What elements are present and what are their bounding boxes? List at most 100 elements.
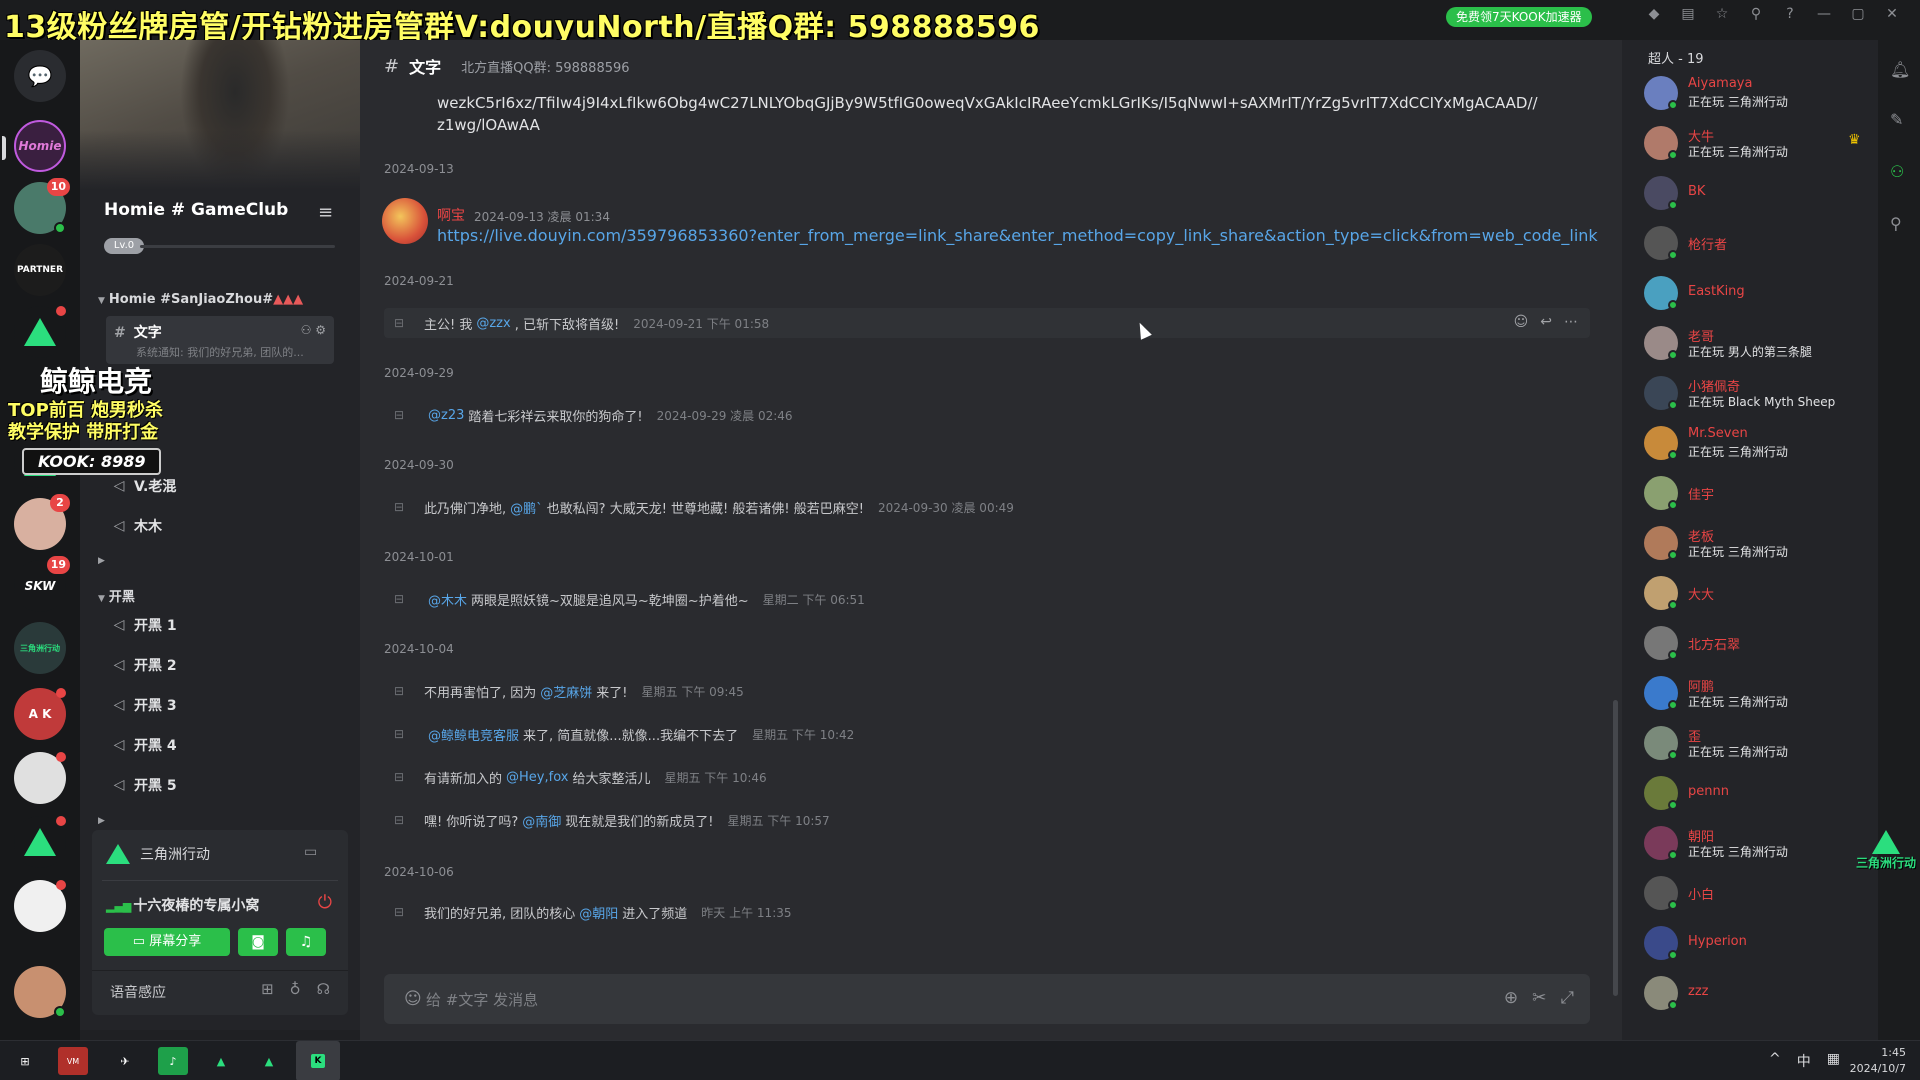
member-item[interactable]: 枪行者 bbox=[1644, 222, 1874, 266]
user-mention[interactable]: @木木 bbox=[428, 590, 467, 609]
member-item[interactable]: 老哥 正在玩 男人的第三条腿 bbox=[1644, 322, 1874, 366]
message-link[interactable]: https://live.douyin.com/359796853360?ent… bbox=[437, 226, 1598, 245]
user-mention[interactable]: @z23 bbox=[428, 408, 464, 423]
server-anime[interactable]: 2 bbox=[14, 494, 70, 550]
ime-indicator[interactable]: 中 bbox=[1797, 1051, 1811, 1071]
members-icon[interactable]: ⚇ bbox=[1890, 162, 1904, 181]
screen-icon[interactable]: ▭ bbox=[304, 844, 317, 860]
member-item[interactable]: 大大 bbox=[1644, 572, 1874, 616]
search-icon[interactable]: ⚲ bbox=[1748, 6, 1764, 22]
app-plane-icon[interactable]: ✈ bbox=[110, 1047, 140, 1075]
system-message[interactable]: ⊟ 有请新加入的 @Hey,fox 给大家整活儿 星期五 下午 10:46 bbox=[384, 762, 1590, 792]
voice-channel-v[interactable]: ◁ V.老混 bbox=[106, 472, 334, 500]
server-delta-3[interactable]: 三角洲行动 bbox=[14, 622, 66, 674]
member-item[interactable]: EastKing bbox=[1644, 272, 1874, 316]
user-avatar[interactable] bbox=[14, 966, 66, 1018]
camera-button[interactable]: ◙ bbox=[238, 928, 278, 956]
system-message[interactable]: ⊟ 嘿! 你听说了吗? @南御 现在就是我们的新成员了! 星期五 下午 10:5… bbox=[384, 805, 1590, 835]
voice-channel-kaihei-1[interactable]: ◁ 开黑 1 bbox=[106, 611, 334, 639]
system-message[interactable]: ⊟ 主公! 我 @zzx , 已斩下敌将首级! 2024-09-21 下午 01… bbox=[384, 308, 1590, 338]
chevron-right-icon[interactable]: ▶ bbox=[98, 816, 105, 826]
chat-scrollbar[interactable] bbox=[1613, 700, 1618, 996]
user-mention[interactable]: @zzx bbox=[476, 316, 510, 331]
windows-start-icon[interactable]: ⊞ bbox=[10, 1047, 40, 1075]
pin-icon[interactable]: ✎ bbox=[1890, 110, 1903, 129]
app-delta-icon[interactable]: ▲ bbox=[206, 1047, 236, 1075]
headphones-icon[interactable]: ☊ bbox=[317, 980, 330, 998]
member-item[interactable]: 小猪佩奇 正在玩 Black Myth Sheep bbox=[1644, 372, 1874, 416]
user-mention[interactable]: @朝阳 bbox=[579, 903, 618, 922]
member-item[interactable]: Hyperion bbox=[1644, 922, 1874, 966]
server-delta-4[interactable] bbox=[14, 816, 66, 868]
system-message[interactable]: ⊟ @z23 踏着七彩祥云来取你的狗命了! 2024-09-29 凌晨 02:4… bbox=[384, 400, 1590, 430]
system-message[interactable]: ⊟ 此乃佛门净地, @鹏` 也敢私闯? 大威天龙! 世尊地藏! 般若诸佛! 般若… bbox=[384, 492, 1590, 522]
app-kook-icon[interactable]: K bbox=[296, 1041, 340, 1080]
gear-icon[interactable]: ⚙ bbox=[315, 323, 326, 337]
system-message[interactable]: ⊟ @鲸鲸电竞客服 来了, 简直就像...就像...我编不下去了 星期五 下午 … bbox=[384, 719, 1590, 749]
system-message[interactable]: ⊟ 我们的好兄弟, 团队的核心 @朝阳 进入了频道 昨天 上午 11:35 bbox=[384, 897, 1590, 927]
server-menu-icon[interactable]: ≡ bbox=[318, 202, 333, 223]
voice-channel-mumu[interactable]: ◁ 木木 bbox=[106, 512, 334, 540]
member-item[interactable]: Aiyamaya 正在玩 三角洲行动 bbox=[1644, 72, 1874, 116]
star-icon[interactable]: ☆ bbox=[1714, 6, 1730, 22]
server-name[interactable]: Homie # GameClub bbox=[104, 200, 288, 220]
server-skw[interactable]: 19 SKW bbox=[14, 556, 70, 612]
channel-settings-icons[interactable]: ⚇ ⚙ bbox=[301, 323, 326, 337]
emoji-icon[interactable]: ☺ bbox=[404, 989, 422, 1009]
reply-icon[interactable]: ↩ bbox=[1540, 314, 1552, 330]
chevron-up-icon[interactable]: ^ bbox=[1769, 1051, 1781, 1071]
server-delta-1[interactable] bbox=[14, 306, 66, 358]
member-item[interactable]: 小白 bbox=[1644, 872, 1874, 916]
category-kaihei[interactable]: ▼ 开黑 bbox=[98, 586, 135, 605]
category-homie[interactable]: ▼ Homie #SanJiaoZhou#▲▲▲ bbox=[98, 292, 303, 307]
voice-channel-kaihei-5[interactable]: ◁ 开黑 5 bbox=[106, 771, 334, 799]
user-mention[interactable]: @南御 bbox=[522, 811, 561, 830]
invite-icon[interactable]: ⚇ bbox=[301, 323, 312, 337]
member-item[interactable]: Mr.Seven 正在玩 三角洲行动 bbox=[1644, 422, 1874, 466]
add-reaction-icon[interactable]: ☺ bbox=[1514, 314, 1529, 330]
screen-share-button[interactable]: ▭ 屏幕分享 bbox=[104, 928, 230, 956]
voicemeeter-app[interactable]: VM bbox=[58, 1047, 88, 1075]
member-item[interactable]: 阿鹏 正在玩 三角洲行动 bbox=[1644, 672, 1874, 716]
app-delta-icon-2[interactable]: ▲ bbox=[254, 1047, 284, 1075]
scissors-icon[interactable]: ✂ bbox=[1532, 988, 1546, 1008]
member-item[interactable]: 大牛 正在玩 三角洲行动 ♛ bbox=[1644, 122, 1874, 166]
keyboard-icon[interactable]: ▦ bbox=[1827, 1051, 1840, 1071]
system-clock[interactable]: 1:45 2024/10/7 bbox=[1850, 1045, 1906, 1077]
message-input[interactable]: 给 #文字 发消息 bbox=[426, 989, 538, 1010]
server-2[interactable]: 10 bbox=[14, 178, 70, 234]
member-item[interactable]: 老板 正在玩 三角洲行动 bbox=[1644, 522, 1874, 566]
server-partner[interactable]: PARTNER bbox=[14, 244, 66, 296]
search-icon[interactable]: ⚲ bbox=[1890, 214, 1902, 233]
voice-channel-kaihei-2[interactable]: ◁ 开黑 2 bbox=[106, 651, 334, 679]
voice-channel-kaihei-3[interactable]: ◁ 开黑 3 bbox=[106, 691, 334, 719]
gift-icon[interactable]: ◆ bbox=[1646, 6, 1662, 22]
system-message[interactable]: ⊟ 不用再害怕了, 因为 @芝麻饼 来了! 星期五 下午 09:45 bbox=[384, 676, 1590, 706]
member-item[interactable]: pennn bbox=[1644, 772, 1874, 816]
server-ak[interactable]: A K bbox=[14, 688, 66, 740]
member-item[interactable]: 北方石翠 bbox=[1644, 622, 1874, 666]
voice-activation-label[interactable]: 语音感应 bbox=[110, 982, 166, 1002]
microphone-icon[interactable]: ♁ bbox=[290, 980, 301, 998]
member-item[interactable]: BK bbox=[1644, 172, 1874, 216]
server-mascot[interactable] bbox=[14, 880, 66, 932]
bell-icon[interactable]: 🔔︎ bbox=[1890, 60, 1910, 79]
app-music-icon[interactable]: ♪ bbox=[158, 1047, 188, 1075]
user-mention[interactable]: @鹏` bbox=[510, 498, 543, 517]
chevron-right-icon[interactable]: ▶ bbox=[98, 556, 105, 566]
add-attachment-icon[interactable]: ⊕ bbox=[1504, 988, 1518, 1008]
system-message[interactable]: ⊟ @木木 两眼是照妖镜~双腿是追风马~乾坤圈~护着他~ 星期二 下午 06:5… bbox=[384, 584, 1590, 614]
message-author[interactable]: 啊宝 bbox=[437, 205, 465, 225]
disconnect-icon[interactable]: ⏻ bbox=[318, 892, 332, 913]
user-mention[interactable]: @鲸鲸电竞客服 bbox=[428, 725, 519, 744]
member-item[interactable]: 歪正在玩 三角洲行动 bbox=[1644, 722, 1874, 766]
channel-text-active[interactable]: # 文字 系统通知: 我们的好兄弟, 团队的... ⚇ ⚙ bbox=[106, 316, 334, 364]
equalizer-icon[interactable]: ⊞ bbox=[261, 980, 274, 998]
user-mention[interactable]: @芝麻饼 bbox=[540, 682, 592, 701]
close-icon[interactable]: ✕ bbox=[1884, 6, 1900, 22]
server-cartoon[interactable] bbox=[14, 752, 66, 804]
member-item[interactable]: 朝阳 正在玩 三角洲行动 bbox=[1644, 822, 1874, 866]
avatar[interactable] bbox=[382, 198, 428, 244]
minimize-icon[interactable]: — bbox=[1816, 6, 1832, 22]
inbox-icon[interactable]: ▤ bbox=[1680, 6, 1696, 22]
